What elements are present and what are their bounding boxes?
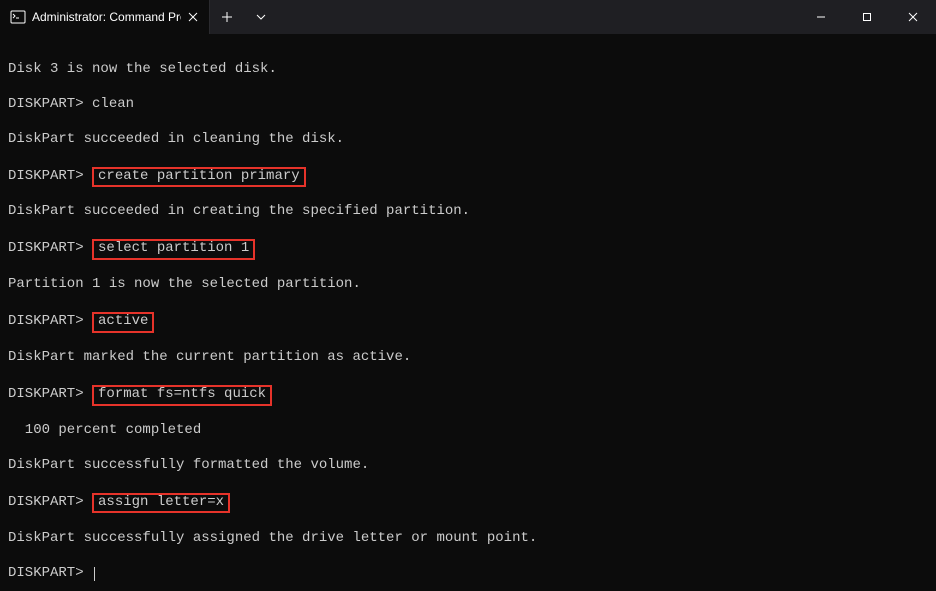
active-tab[interactable]: Administrator: Command Prom	[0, 0, 210, 34]
maximize-button[interactable]	[844, 0, 890, 34]
terminal-line	[8, 513, 928, 531]
terminal-line: Partition 1 is now the selected partitio…	[8, 277, 928, 295]
terminal-line: DiskPart succeeded in cleaning the disk.	[8, 132, 928, 150]
terminal-line	[8, 260, 928, 278]
terminal-line	[8, 333, 928, 351]
terminal-line	[8, 295, 928, 313]
terminal-line: DiskPart successfully assigned the drive…	[8, 531, 928, 549]
terminal-line: DISKPART> create partition primary	[8, 167, 928, 187]
terminal-output[interactable]: Disk 3 is now the selected disk. DISKPART…	[0, 34, 936, 591]
terminal-line: DISKPART> clean	[8, 97, 928, 115]
tab-close-button[interactable]	[185, 9, 201, 25]
window-controls	[798, 0, 936, 34]
command-text: create partition primary	[92, 167, 306, 187]
prompt: DISKPART>	[8, 386, 92, 402]
command-text: active	[92, 312, 154, 332]
prompt: DISKPART>	[8, 168, 92, 184]
terminal-line: DiskPart successfully formatted the volu…	[8, 458, 928, 476]
prompt: DISKPART>	[8, 494, 92, 510]
prompt: DISKPART>	[8, 565, 92, 581]
minimize-button[interactable]	[798, 0, 844, 34]
terminal-line	[8, 114, 928, 132]
terminal-line: DISKPART> active	[8, 312, 928, 332]
prompt: DISKPART>	[8, 313, 92, 329]
prompt: DISKPART>	[8, 240, 92, 256]
prompt: DISKPART>	[8, 96, 92, 112]
terminal-line	[8, 476, 928, 494]
titlebar-spacer[interactable]	[278, 0, 798, 34]
terminal-line	[8, 548, 928, 566]
command-text: select partition 1	[92, 239, 255, 259]
terminal-line: DISKPART> assign letter=x	[8, 493, 928, 513]
terminal-line	[8, 406, 928, 424]
titlebar: Administrator: Command Prom	[0, 0, 936, 34]
new-tab-button[interactable]	[210, 0, 244, 34]
terminal-line: Disk 3 is now the selected disk.	[8, 62, 928, 80]
terminal-line	[8, 79, 928, 97]
command-text: assign letter=x	[92, 493, 230, 513]
command-text: format fs=ntfs quick	[92, 385, 272, 405]
cmd-icon	[10, 9, 26, 25]
terminal-line	[8, 187, 928, 205]
close-window-button[interactable]	[890, 0, 936, 34]
terminal-line: DiskPart succeeded in creating the speci…	[8, 204, 928, 222]
terminal-line	[8, 149, 928, 167]
terminal-line	[8, 222, 928, 240]
terminal-line: DISKPART> format fs=ntfs quick	[8, 385, 928, 405]
command-text: clean	[92, 96, 134, 112]
terminal-line: DISKPART> select partition 1	[8, 239, 928, 259]
terminal-line: DISKPART>	[8, 566, 928, 584]
tabs-dropdown-button[interactable]	[244, 0, 278, 34]
tab-title: Administrator: Command Prom	[32, 10, 181, 24]
terminal-line	[8, 441, 928, 459]
terminal-line	[8, 368, 928, 386]
terminal-line: 100 percent completed	[8, 423, 928, 441]
terminal-line	[8, 44, 928, 62]
terminal-line: DiskPart marked the current partition as…	[8, 350, 928, 368]
